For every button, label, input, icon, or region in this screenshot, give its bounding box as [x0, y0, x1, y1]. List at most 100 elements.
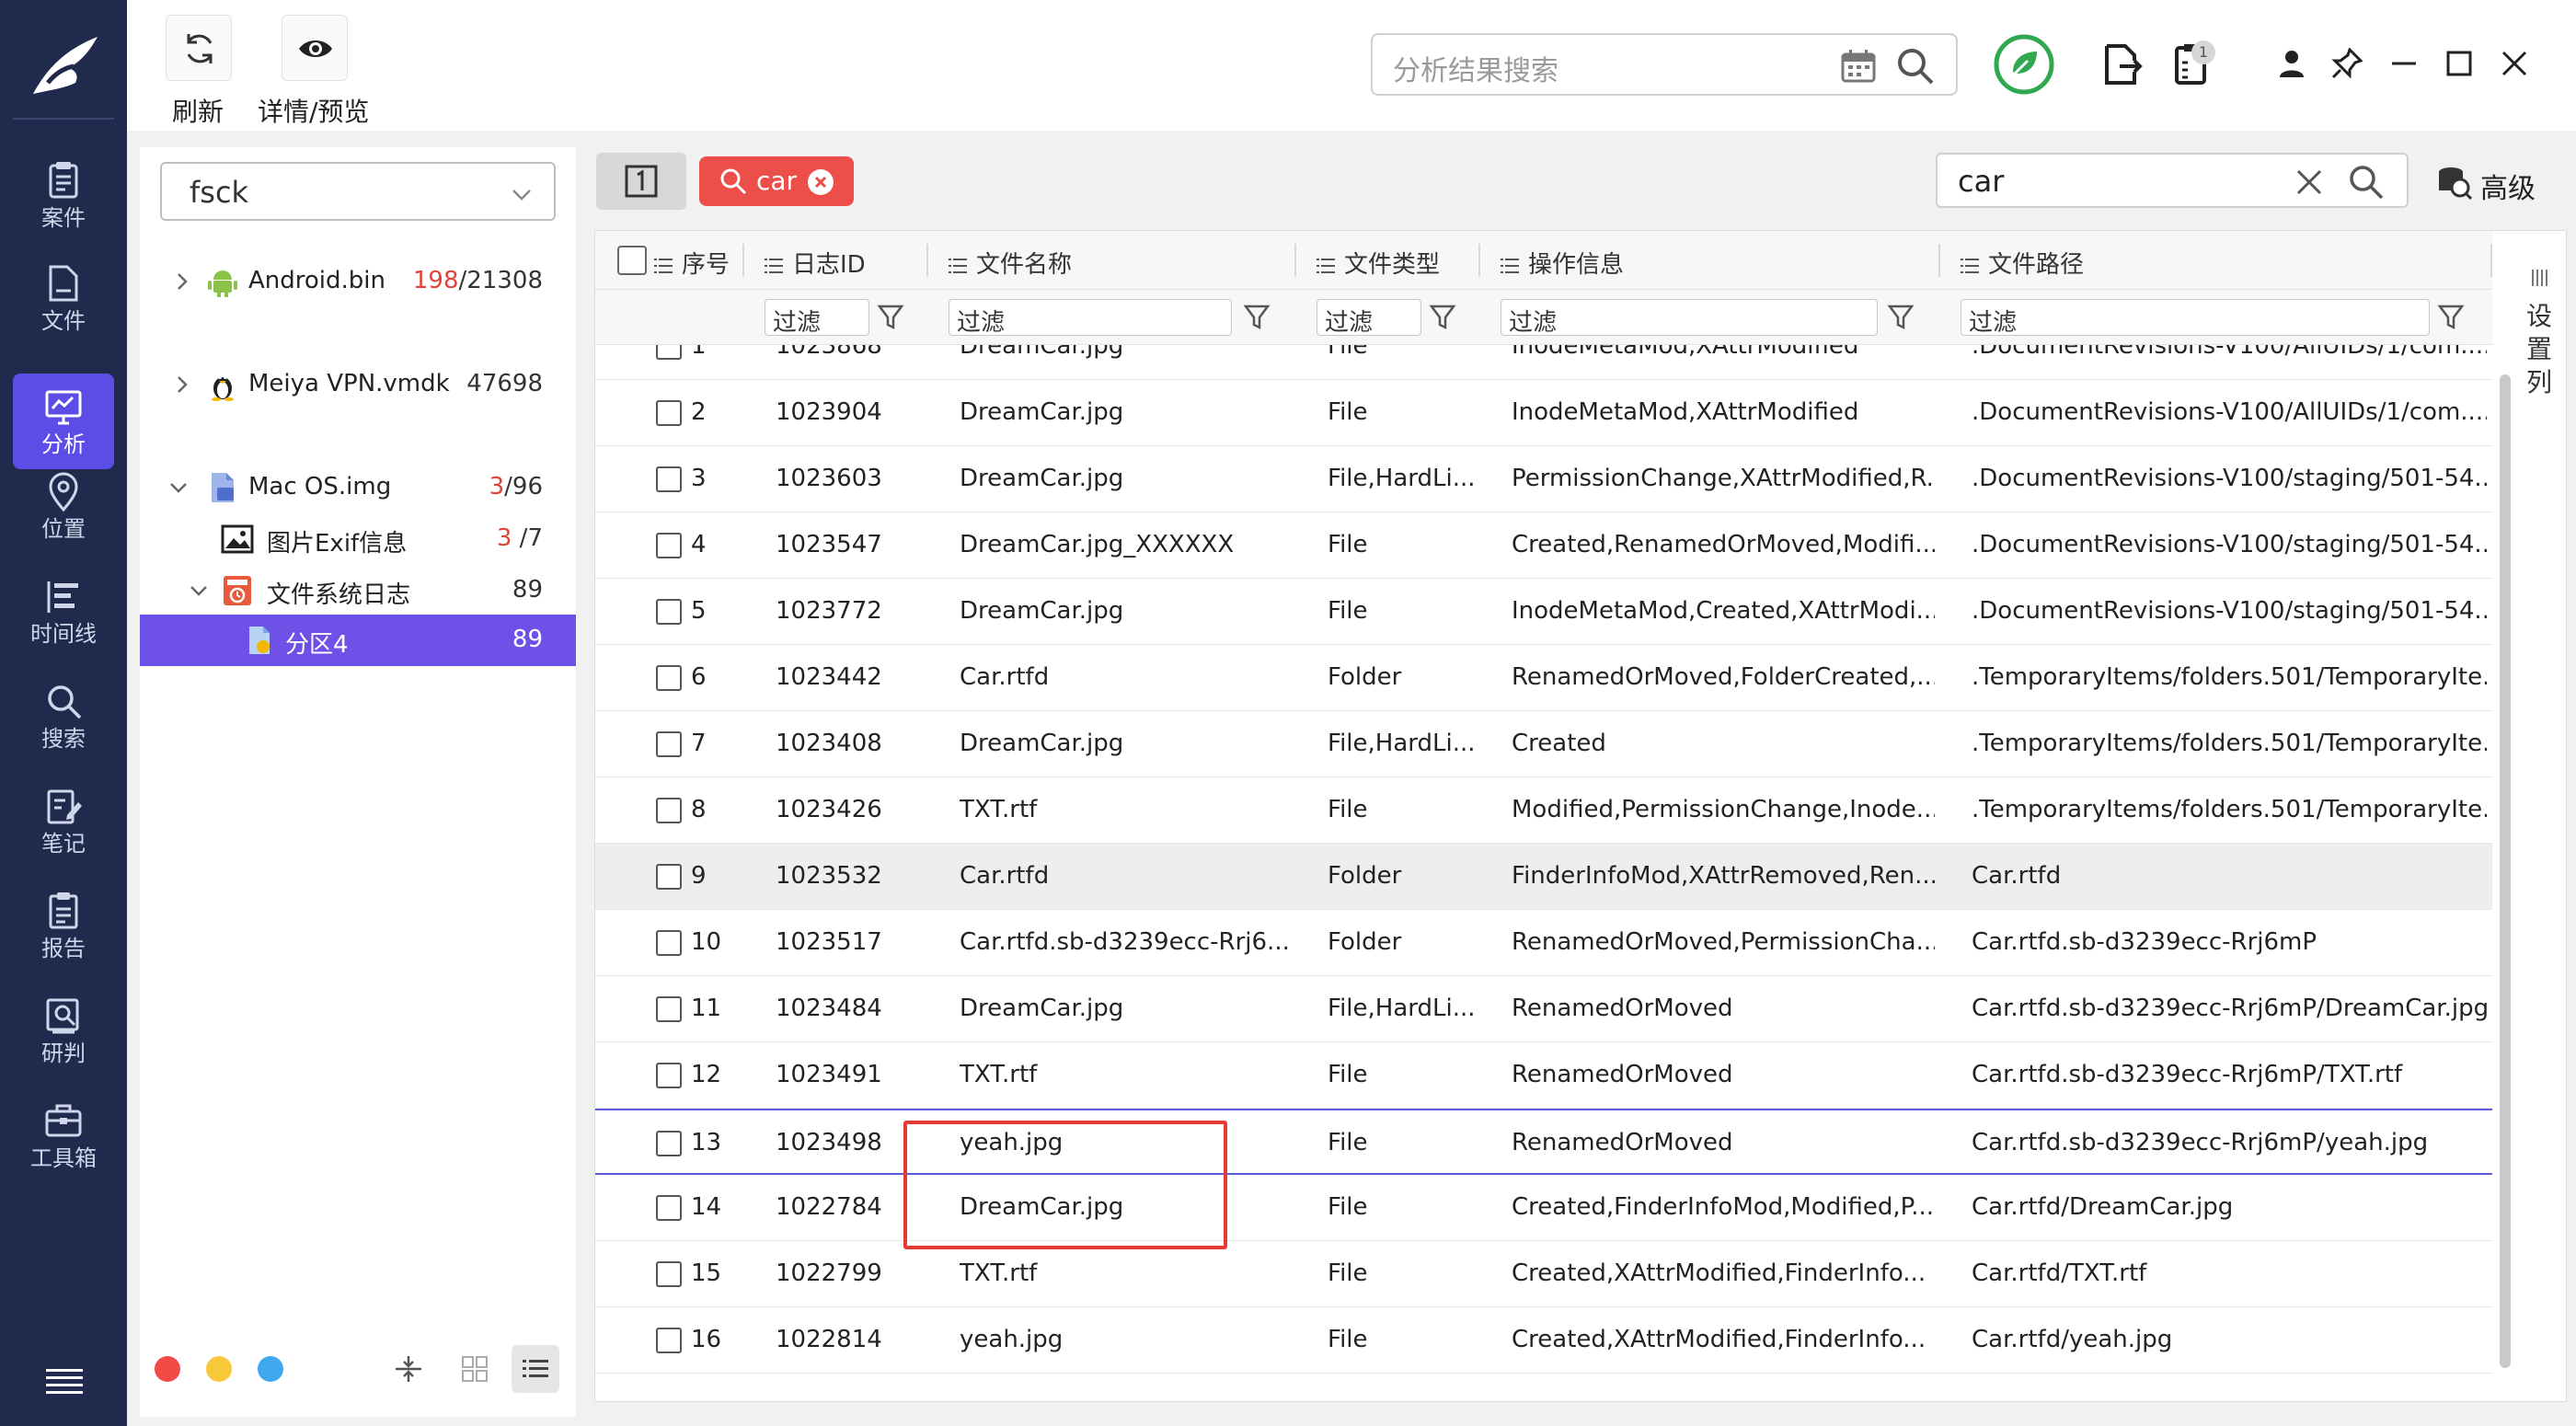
column-header-operation[interactable]: 操作信息 — [1501, 246, 1624, 280]
analysis-search-input[interactable]: 分析结果搜索 — [1371, 33, 1958, 96]
user-icon[interactable] — [2276, 48, 2307, 79]
column-divider[interactable] — [1478, 244, 1480, 277]
nav-location[interactable]: 位置 — [13, 458, 114, 554]
search-icon[interactable] — [2348, 164, 2385, 201]
row-checkbox[interactable] — [656, 345, 682, 360]
row-checkbox[interactable] — [656, 930, 682, 956]
nav-research[interactable]: 研判 — [13, 983, 114, 1078]
preview-button[interactable] — [282, 15, 348, 81]
row-checkbox[interactable] — [656, 1063, 682, 1088]
tree-node-mac-os[interactable]: Mac OS.img 3/96 — [140, 462, 576, 513]
collapse-all-button[interactable] — [385, 1345, 432, 1393]
row-checkbox[interactable] — [656, 1131, 682, 1156]
table-row[interactable]: 15 1022799 TXT.rtf File Created,XAttrModifie… — [595, 1241, 2492, 1307]
nav-search[interactable]: 搜索 — [13, 668, 114, 764]
nav-toolbox[interactable]: 工具箱 — [13, 1087, 114, 1183]
close-icon[interactable] — [806, 167, 835, 197]
row-checkbox[interactable] — [656, 400, 682, 426]
table-row[interactable]: 3 1023603 DreamCar.jpg File,HardLi... Permis… — [595, 446, 2492, 512]
pin-icon[interactable] — [2331, 47, 2363, 79]
row-checkbox[interactable] — [656, 599, 682, 625]
status-icon[interactable] — [1987, 28, 2061, 101]
tree-node-partition-4[interactable]: 分区4 89 — [140, 615, 576, 666]
close-icon[interactable] — [2499, 48, 2530, 79]
clear-icon[interactable] — [2294, 167, 2324, 197]
table-row[interactable]: 14 1022784 DreamCar.jpg File Created,FinderI… — [595, 1175, 2492, 1241]
tree-node-meiya-vpn[interactable]: Meiya VPN.vmdk 47698 — [140, 359, 576, 410]
yellow-dot[interactable] — [206, 1356, 232, 1382]
row-checkbox[interactable] — [656, 1261, 682, 1287]
table-row[interactable]: 13 1023498 yeah.jpg File RenamedOrMoved Car.r… — [595, 1109, 2492, 1175]
filter-icon[interactable] — [1243, 303, 1271, 330]
plugin-selector[interactable]: fsck — [160, 162, 556, 221]
column-divider[interactable] — [1938, 244, 1940, 277]
row-checkbox[interactable] — [656, 665, 682, 691]
expand-icon[interactable] — [171, 270, 193, 293]
nav-note[interactable]: 笔记 — [13, 773, 114, 868]
column-divider[interactable] — [2490, 244, 2492, 277]
row-checkbox[interactable] — [656, 996, 682, 1022]
filter-input-log-id[interactable]: 过滤 — [765, 299, 869, 337]
table-row[interactable]: 5 1023772 DreamCar.jpg File InodeMetaMod,Cre… — [595, 579, 2492, 645]
table-row[interactable]: 9 1023532 Car.rtfd Folder FinderInfoMod,XAtt… — [595, 844, 2492, 910]
table-row[interactable]: 7 1023408 DreamCar.jpg File,HardLi... Create… — [595, 711, 2492, 777]
column-divider[interactable] — [1294, 244, 1296, 277]
keyword-chip[interactable]: car — [699, 156, 854, 206]
tree-node-fs-log[interactable]: 文件系统日志 89 — [140, 565, 576, 616]
list-view-button[interactable] — [512, 1345, 559, 1393]
advanced-search-button[interactable]: 高级 — [2436, 158, 2556, 206]
nav-file[interactable]: 文件 — [13, 250, 114, 346]
table-row[interactable]: 8 1023426 TXT.rtf File Modified,PermissionCh… — [595, 777, 2492, 844]
refresh-button[interactable] — [166, 15, 232, 81]
nav-analysis[interactable]: 分析 — [13, 374, 114, 469]
table-row[interactable]: 11 1023484 DreamCar.jpg File,HardLi... Renam… — [595, 976, 2492, 1042]
table-row[interactable]: 12 1023491 TXT.rtf File RenamedOrMoved Car.rt… — [595, 1042, 2492, 1109]
column-divider[interactable] — [742, 244, 744, 277]
table-row[interactable]: 6 1023442 Car.rtfd Folder RenamedOrMoved,Fol… — [595, 645, 2492, 711]
red-dot[interactable] — [155, 1356, 180, 1382]
column-header-file-type[interactable]: 文件类型 — [1317, 246, 1440, 280]
minimize-icon[interactable] — [2388, 48, 2420, 79]
row-checkbox[interactable] — [656, 466, 682, 492]
nav-case[interactable]: 案件 — [13, 147, 114, 243]
filter-icon[interactable] — [2437, 303, 2465, 330]
filter-input-file-name[interactable]: 过滤 — [949, 299, 1232, 337]
collapse-icon[interactable] — [167, 477, 190, 499]
blue-dot[interactable] — [258, 1356, 283, 1382]
column-header-log-id[interactable]: 日志ID — [765, 246, 866, 280]
expand-icon[interactable] — [171, 374, 193, 396]
column-divider[interactable] — [926, 244, 928, 277]
grid-view-button[interactable] — [451, 1345, 499, 1393]
row-checkbox[interactable] — [656, 533, 682, 558]
row-checkbox[interactable] — [656, 864, 682, 890]
row-checkbox[interactable] — [656, 1328, 682, 1353]
table-row[interactable]: 4 1023547 DreamCar.jpg_XXXXXX File Created,R… — [595, 512, 2492, 579]
search-icon[interactable] — [1895, 46, 1936, 86]
filter-icon[interactable] — [1887, 303, 1915, 330]
maximize-icon[interactable] — [2444, 48, 2475, 79]
tree-node-android[interactable]: Android.bin 198/21308 — [140, 256, 576, 307]
column-header-no[interactable]: 序号 — [654, 246, 730, 280]
table-row[interactable]: 1 1023868 DreamCar.jpg File InodeMetaMod,XAt… — [595, 345, 2492, 380]
page-number-button[interactable] — [596, 153, 686, 210]
table-search-input[interactable]: car — [1936, 153, 2409, 208]
table-row[interactable]: 10 1023517 Car.rtfd.sb-d3239ecc-Rrj6... Fol… — [595, 910, 2492, 976]
select-all-checkbox[interactable] — [617, 246, 647, 275]
filter-input-file-path[interactable]: 过滤 — [1961, 299, 2430, 337]
column-header-file-name[interactable]: 文件名称 — [949, 246, 1072, 280]
scrollbar-thumb[interactable] — [2500, 374, 2511, 1368]
collapse-icon[interactable] — [188, 580, 210, 602]
row-checkbox[interactable] — [656, 731, 682, 757]
menu-icon[interactable] — [46, 1367, 83, 1395]
calendar-icon[interactable] — [1840, 48, 1877, 85]
table-row[interactable]: 2 1023904 DreamCar.jpg File InodeMetaMod,XAt… — [595, 380, 2492, 446]
tree-node-exif[interactable]: 图片Exif信息 3 /7 — [140, 513, 576, 565]
column-settings-button[interactable]: 设置列 — [2521, 267, 2558, 414]
filter-input-operation[interactable]: 过滤 — [1501, 299, 1878, 337]
table-row[interactable]: 16 1022814 yeah.jpg File Created,XAttrModifi… — [595, 1307, 2492, 1374]
column-header-file-path[interactable]: 文件路径 — [1961, 246, 2084, 280]
filter-input-file-type[interactable]: 过滤 — [1317, 299, 1421, 337]
export-icon[interactable] — [2099, 42, 2144, 86]
filter-icon[interactable] — [1429, 303, 1456, 330]
filter-icon[interactable] — [877, 303, 904, 330]
